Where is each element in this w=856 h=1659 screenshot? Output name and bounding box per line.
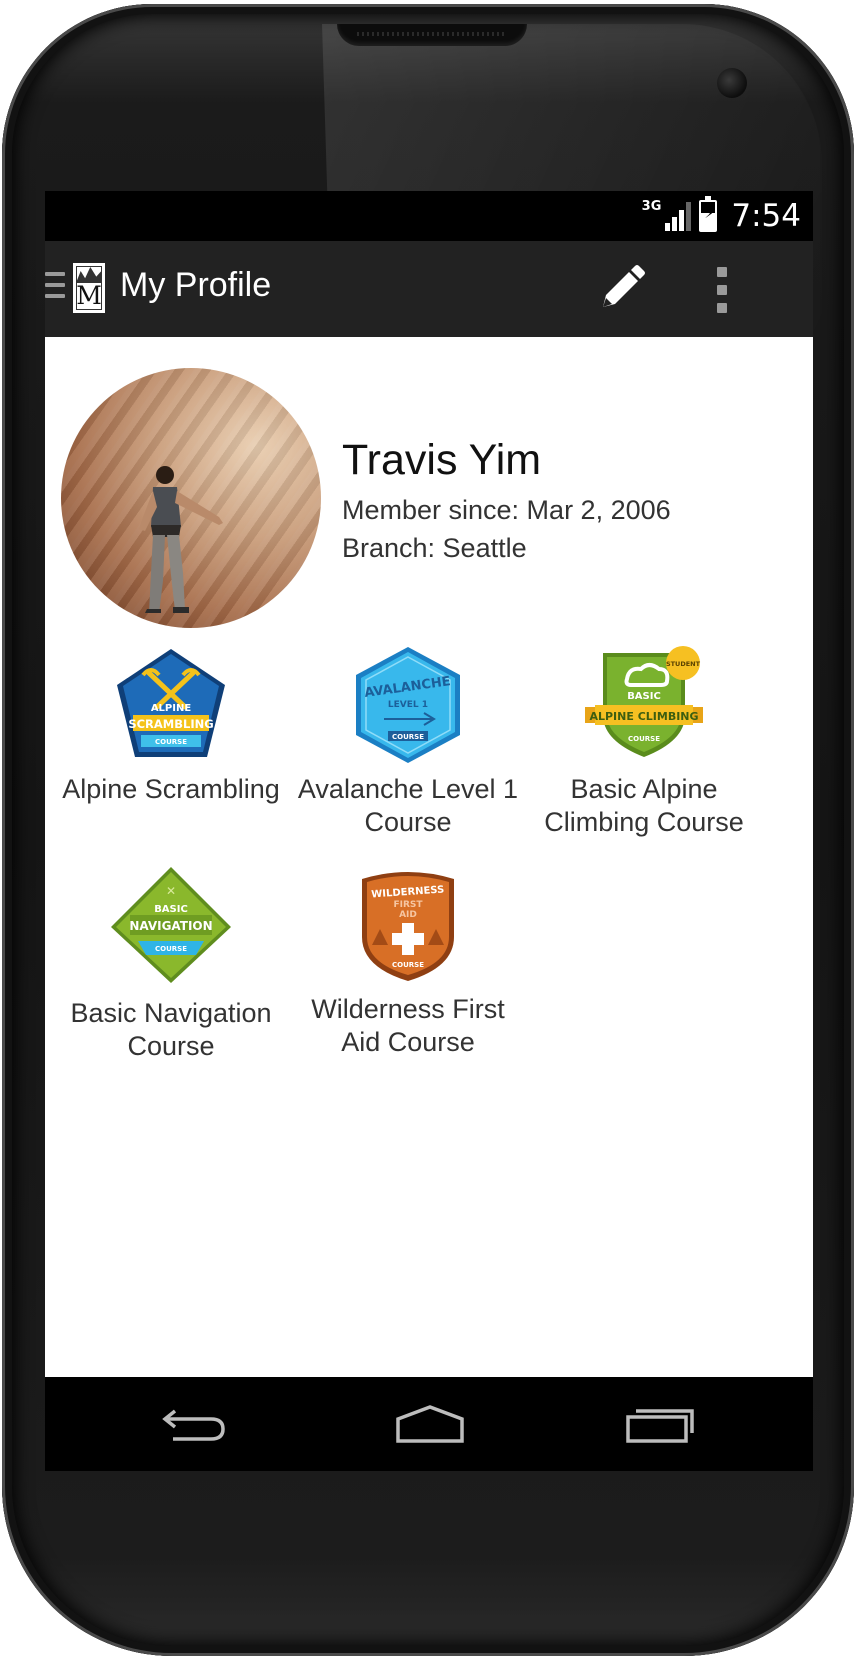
network-type: 3G — [641, 198, 662, 214]
svg-text:COURSE: COURSE — [392, 733, 424, 741]
profile-content: Travis Yim Member since: Mar 2, 2006 Bra… — [45, 337, 813, 1377]
signal-icon — [665, 201, 692, 231]
branch: Branch: Seattle — [342, 533, 527, 563]
basic-alpine-climbing-badge: BASIC ALPINE CLIMBING COURSE STUDENT — [585, 646, 703, 757]
badge-label: Wilderness First Aid Course — [311, 994, 505, 1057]
svg-text:COURSE: COURSE — [392, 961, 424, 969]
badge-wilderness-first-aid[interactable]: WILDERNESS FIRST AID COURSE Wilderness F… — [293, 867, 523, 1059]
back-icon — [162, 1409, 225, 1441]
svg-text:AID: AID — [399, 910, 417, 920]
overflow-menu-icon[interactable] — [707, 265, 737, 315]
avatar[interactable] — [61, 368, 321, 628]
page-title[interactable]: My Profile — [120, 266, 271, 305]
svg-text:FIRST: FIRST — [393, 900, 423, 910]
earpiece-speaker — [337, 24, 527, 46]
svg-text:COURSE: COURSE — [628, 735, 660, 743]
svg-text:COURSE: COURSE — [155, 945, 187, 953]
edit-button[interactable] — [593, 261, 649, 317]
badge-alpine-scrambling[interactable]: ALPINE SCRAMBLING COURSE Alpine Scrambli… — [56, 645, 286, 806]
svg-text:✕: ✕ — [166, 884, 176, 898]
app-logo-icon[interactable]: M — [73, 263, 105, 313]
navigation-bar — [45, 1377, 813, 1471]
back-button[interactable] — [155, 1399, 235, 1449]
svg-text:COURSE: COURSE — [155, 738, 187, 746]
phone-frame: 3G ⚡ 7:54 M My Profile Travis Yim Member… — [2, 4, 854, 1656]
badge-label: Basic Alpine Climbing Course — [544, 774, 744, 837]
svg-text:BASIC: BASIC — [154, 904, 188, 915]
avalanche-badge: AVALANCHE LEVEL 1 COURSE — [356, 647, 460, 763]
drawer-icon[interactable] — [45, 272, 65, 306]
alpine-scrambling-badge: ALPINE SCRAMBLING COURSE — [117, 649, 225, 757]
svg-text:ALPINE: ALPINE — [151, 703, 192, 714]
svg-text:ALPINE CLIMBING: ALPINE CLIMBING — [589, 710, 698, 723]
badge-label: Avalanche Level 1 Course — [297, 774, 519, 837]
logo-letter: M — [76, 281, 102, 310]
svg-text:STUDENT: STUDENT — [666, 660, 701, 668]
screen: 3G ⚡ 7:54 M My Profile Travis Yim Member… — [45, 191, 813, 1471]
badge-basic-navigation[interactable]: ✕ BASIC NAVIGATION COURSE Basic Navigati… — [56, 865, 286, 1063]
svg-text:SCRAMBLING: SCRAMBLING — [128, 717, 213, 731]
badge-avalanche-level-1[interactable]: AVALANCHE LEVEL 1 COURSE Avalanche Level… — [293, 645, 523, 839]
badge-label: Basic Navigation Course — [70, 998, 272, 1061]
badge-basic-alpine-climbing[interactable]: BASIC ALPINE CLIMBING COURSE STUDENT Bas… — [529, 645, 759, 839]
status-bar: 3G ⚡ 7:54 — [45, 191, 813, 241]
recent-apps-icon — [626, 1409, 694, 1443]
home-button[interactable] — [390, 1399, 470, 1449]
home-icon — [396, 1405, 464, 1443]
svg-text:NAVIGATION: NAVIGATION — [129, 919, 212, 933]
recent-apps-button[interactable] — [620, 1399, 700, 1449]
svg-text:BASIC: BASIC — [627, 691, 661, 702]
member-since: Member since: Mar 2, 2006 — [342, 495, 671, 525]
status-clock: 7:54 — [731, 198, 801, 234]
profile-name: Travis Yim — [342, 436, 542, 484]
battery-charging-icon: ⚡ — [699, 196, 718, 232]
svg-text:LEVEL 1: LEVEL 1 — [388, 700, 428, 710]
basic-navigation-badge: ✕ BASIC NAVIGATION COURSE — [111, 867, 231, 983]
wilderness-first-aid-badge: WILDERNESS FIRST AID COURSE — [362, 872, 454, 981]
pencil-icon — [603, 265, 645, 307]
front-camera — [717, 68, 747, 98]
action-bar: M My Profile — [45, 241, 813, 337]
badge-label: Alpine Scrambling — [62, 774, 280, 804]
climber-figure — [139, 466, 223, 613]
